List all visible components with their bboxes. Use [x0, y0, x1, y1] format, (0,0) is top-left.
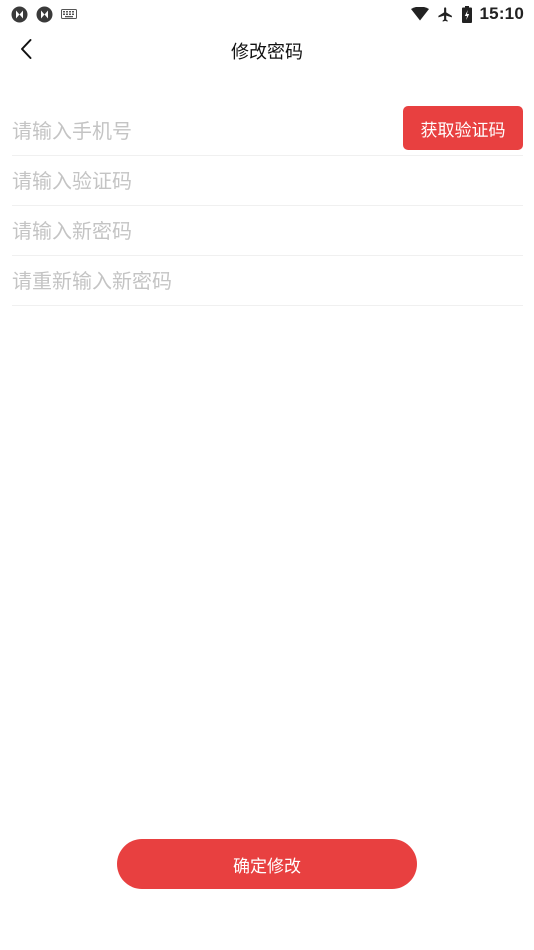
- battery-charging-icon: [461, 5, 472, 23]
- keyboard-icon: [61, 9, 77, 19]
- page-title: 修改密码: [231, 42, 303, 63]
- confirm-password-input[interactable]: [12, 256, 523, 305]
- confirm-password-row: [12, 256, 523, 306]
- airplane-icon: [437, 6, 454, 23]
- phone-input[interactable]: [12, 106, 403, 155]
- wifi-icon: [410, 7, 429, 21]
- new-password-input[interactable]: [12, 206, 523, 255]
- new-password-row: [12, 206, 523, 256]
- back-button[interactable]: [8, 32, 44, 70]
- phone-row: 获取验证码: [12, 106, 523, 156]
- screen: 15:10 修改密码 获取验证码 确定修改: [0, 0, 534, 950]
- confirm-change-button[interactable]: 确定修改: [117, 839, 417, 889]
- status-bar: 15:10: [0, 0, 534, 28]
- status-left: [11, 6, 77, 23]
- app-header: 修改密码: [0, 28, 534, 74]
- code-row: [12, 156, 523, 206]
- status-right: 15:10: [410, 4, 524, 24]
- sync-icon: [36, 6, 53, 23]
- status-time: 15:10: [479, 4, 524, 23]
- password-reset-form: 获取验证码: [12, 106, 523, 306]
- verification-code-input[interactable]: [12, 156, 523, 205]
- chevron-left-icon: [19, 38, 33, 64]
- sync-icon: [11, 6, 28, 23]
- get-code-button[interactable]: 获取验证码: [403, 106, 523, 150]
